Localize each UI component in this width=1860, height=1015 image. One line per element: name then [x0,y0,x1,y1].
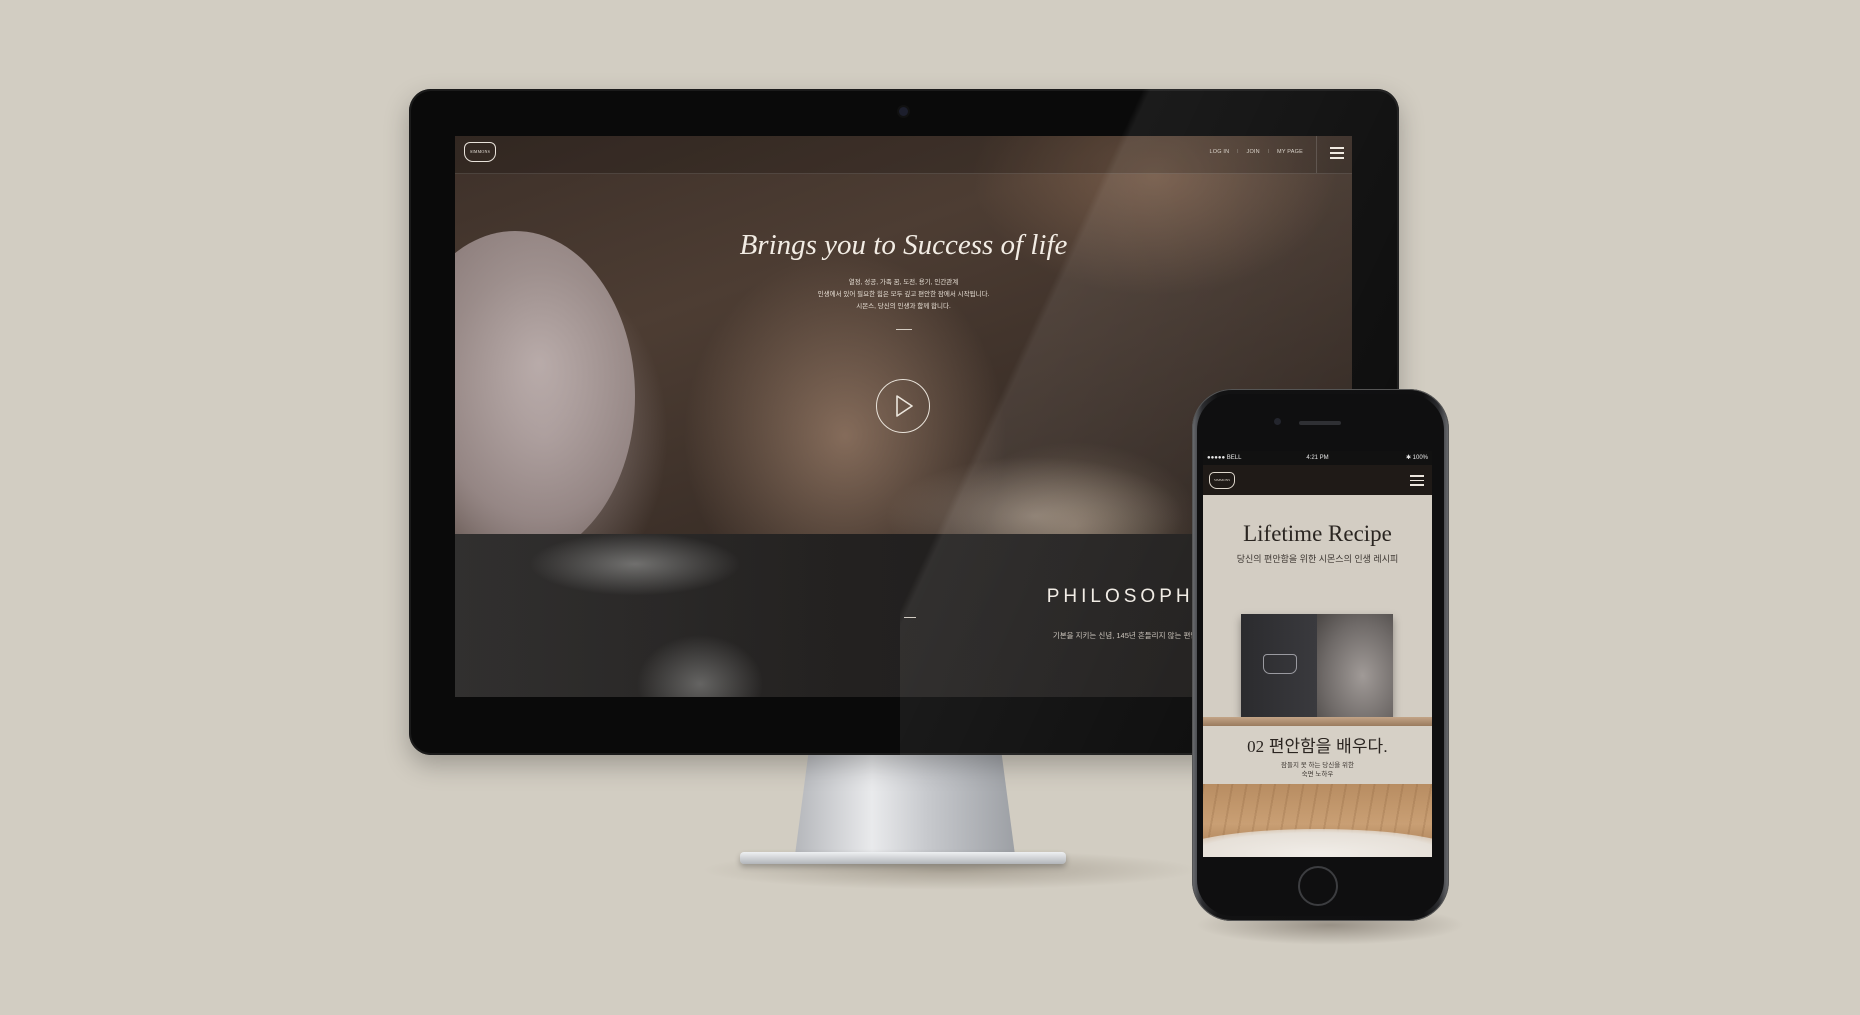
header-divider [1316,136,1317,173]
mobile-screen: ●●●●● BELL 4:21 PM ✱ 100% SIMMONS Lifeti… [1203,451,1432,857]
section-number: 02 [1247,737,1265,756]
bed-sheet-photo [1203,829,1432,857]
section-heading-text: 편안함을 배우다. [1268,737,1388,756]
hamburger-menu-icon[interactable] [1330,147,1344,159]
hero-description: 열정, 성공, 가족 꿈, 도전, 용기, 인간관계 인생에서 있어 필요한 힘… [455,277,1352,313]
header-links: LOG IN I JOIN I MY PAGE [455,149,1303,155]
monitor-stand-neck [795,755,1015,855]
section-desc-line: 숙면 노하우 [1301,771,1334,778]
hero-desc-line: 시몬스, 당신의 인생과 함께 합니다. [856,303,951,310]
section-desc-line: 잠들지 못 하는 당신을 위한 [1280,762,1354,769]
hero-title: Brings you to Success of life [739,229,1068,261]
mobile-header: SIMMONS [1203,465,1432,495]
hero-divider [896,329,912,330]
hero-desc-line: 인생에서 있어 필요한 힘은 모두 깊고 편안한 잠에서 시작됩니다. [817,291,990,298]
home-button[interactable] [1298,866,1338,906]
hero-desc-line: 열정, 성공, 가족 꿈, 도전, 용기, 인간관계 [848,279,959,286]
nav-separator: I [1237,149,1239,155]
mobile-simmons-logo[interactable]: SIMMONS [1209,472,1235,489]
nav-separator: I [1267,149,1270,155]
mobile-hamburger-menu-icon[interactable] [1410,475,1424,486]
monitor-stand-base [740,852,1066,864]
recipe-subtitle: 당신의 편안함을 위한 시몬스의 인생 레시피 [1236,554,1399,564]
earpiece-speaker [1299,421,1341,425]
my-page-link[interactable]: MY PAGE [1277,149,1303,155]
section-heading: 02 편안함을 배우다. [1203,732,1432,757]
front-camera-icon [1274,418,1281,425]
book-photo-page [1317,614,1393,717]
battery-status: ✱ 100% [1405,455,1428,461]
join-link[interactable]: JOIN [1247,149,1260,155]
book-cover-page [1241,614,1317,717]
status-time: 4:21 PM [1306,455,1329,461]
webcam-icon [899,107,908,116]
book-logo-icon [1263,654,1297,674]
wood-shelf [1203,717,1432,726]
philosophy-divider [904,617,916,618]
philosophy-photo [455,534,835,697]
section-description: 잠들지 못 하는 당신을 위한 숙면 노하우 [1203,761,1432,779]
mobile-status-bar: ●●●●● BELL 4:21 PM ✱ 100% [1203,451,1432,465]
play-icon [896,395,913,417]
play-video-button[interactable] [876,379,930,433]
login-link[interactable]: LOG IN [1209,149,1229,155]
desktop-header: SIMMONS LOG IN I JOIN I MY PAGE [455,136,1352,174]
recipe-book-image [1241,614,1393,717]
recipe-title: Lifetime Recipe [1243,521,1392,546]
